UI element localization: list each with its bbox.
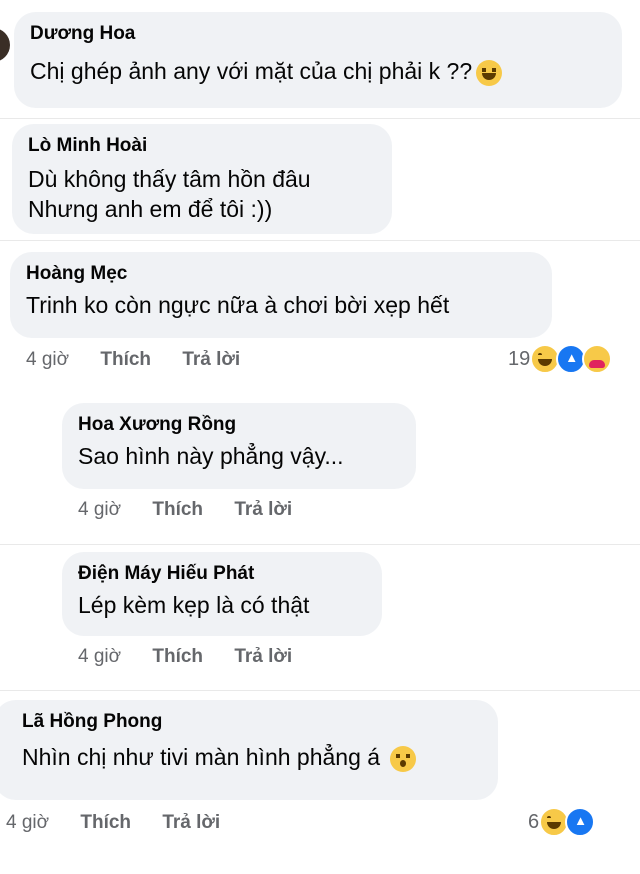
comment-time: 4 giờ xyxy=(6,812,50,833)
comment-actions: 4 giờ Thích Trả lời xyxy=(78,499,292,521)
comment-author[interactable]: Lã Hồng Phong xyxy=(22,710,482,734)
care-icon xyxy=(582,344,613,374)
like-icon xyxy=(565,807,596,837)
laughing-emoji-icon xyxy=(476,59,503,86)
reaction-summary[interactable]: 19 xyxy=(508,344,613,374)
divider xyxy=(0,544,640,545)
like-button[interactable]: Thích xyxy=(80,812,131,834)
comment-text: Trinh ko còn ngực nữa à chơi bời xẹp hết xyxy=(26,292,450,318)
comment-text: Nhưng anh em để tôi :)) xyxy=(28,196,273,222)
divider xyxy=(0,118,640,119)
comment-bubble: Lã Hồng Phong Nhìn chị như tivi màn hình… xyxy=(0,700,498,800)
comment-text: Nhìn chị như tivi màn hình phẳng á xyxy=(22,742,482,772)
comment-author[interactable]: Điện Máy Hiếu Phát xyxy=(78,562,366,586)
comment-actions: 4 giờ Thích Trả lời xyxy=(78,646,292,668)
comment-bubble: Lò Minh Hoài Dù không thấy tâm hồn đâu N… xyxy=(12,124,392,234)
comment-bubble: Hoàng Mẹc Trinh ko còn ngực nữa à chơi b… xyxy=(10,252,552,338)
comment-text: Lép kèm kẹp là có thật xyxy=(78,592,310,618)
like-button[interactable]: Thích xyxy=(152,499,203,521)
comment-author[interactable]: Lò Minh Hoài xyxy=(28,134,376,158)
reaction-summary[interactable]: 6 xyxy=(528,807,596,837)
comment-time: 4 giờ xyxy=(26,349,70,370)
comment-time: 4 giờ xyxy=(78,499,122,520)
divider xyxy=(0,690,640,691)
like-button[interactable]: Thích xyxy=(152,646,203,668)
reaction-count: 6 xyxy=(528,810,540,833)
comment-bubble: Hoa Xương Rồng Sao hình này phẳng vậy... xyxy=(62,403,416,489)
comment-text: Chị ghép ảnh any với mặt của chị phải k … xyxy=(30,56,606,86)
comment-author[interactable]: Dương Hoa xyxy=(30,22,606,46)
reaction-count: 19 xyxy=(508,347,531,370)
comment-actions: 4 giờ Thích Trả lời xyxy=(6,812,220,834)
divider xyxy=(0,240,640,241)
comment-text: Dù không thấy tâm hồn đâu xyxy=(28,166,311,192)
comment-time: 4 giờ xyxy=(78,646,122,667)
comment-text: Sao hình này phẳng vậy... xyxy=(78,443,344,469)
avatar[interactable] xyxy=(0,28,10,62)
comment-author[interactable]: Hoa Xương Rồng xyxy=(78,413,400,437)
comment-author[interactable]: Hoàng Mẹc xyxy=(26,262,536,286)
comment-bubble: Dương Hoa Chị ghép ảnh any với mặt của c… xyxy=(14,12,622,108)
reply-button[interactable]: Trả lời xyxy=(234,646,292,668)
comment-bubble: Điện Máy Hiếu Phát Lép kèm kẹp là có thậ… xyxy=(62,552,382,636)
comment-actions: 4 giờ Thích Trả lời xyxy=(26,349,240,371)
reply-button[interactable]: Trả lời xyxy=(162,812,220,834)
reply-button[interactable]: Trả lời xyxy=(234,499,292,521)
wow-emoji-icon xyxy=(390,745,417,772)
like-button[interactable]: Thích xyxy=(100,349,151,371)
reply-button[interactable]: Trả lời xyxy=(182,349,240,371)
